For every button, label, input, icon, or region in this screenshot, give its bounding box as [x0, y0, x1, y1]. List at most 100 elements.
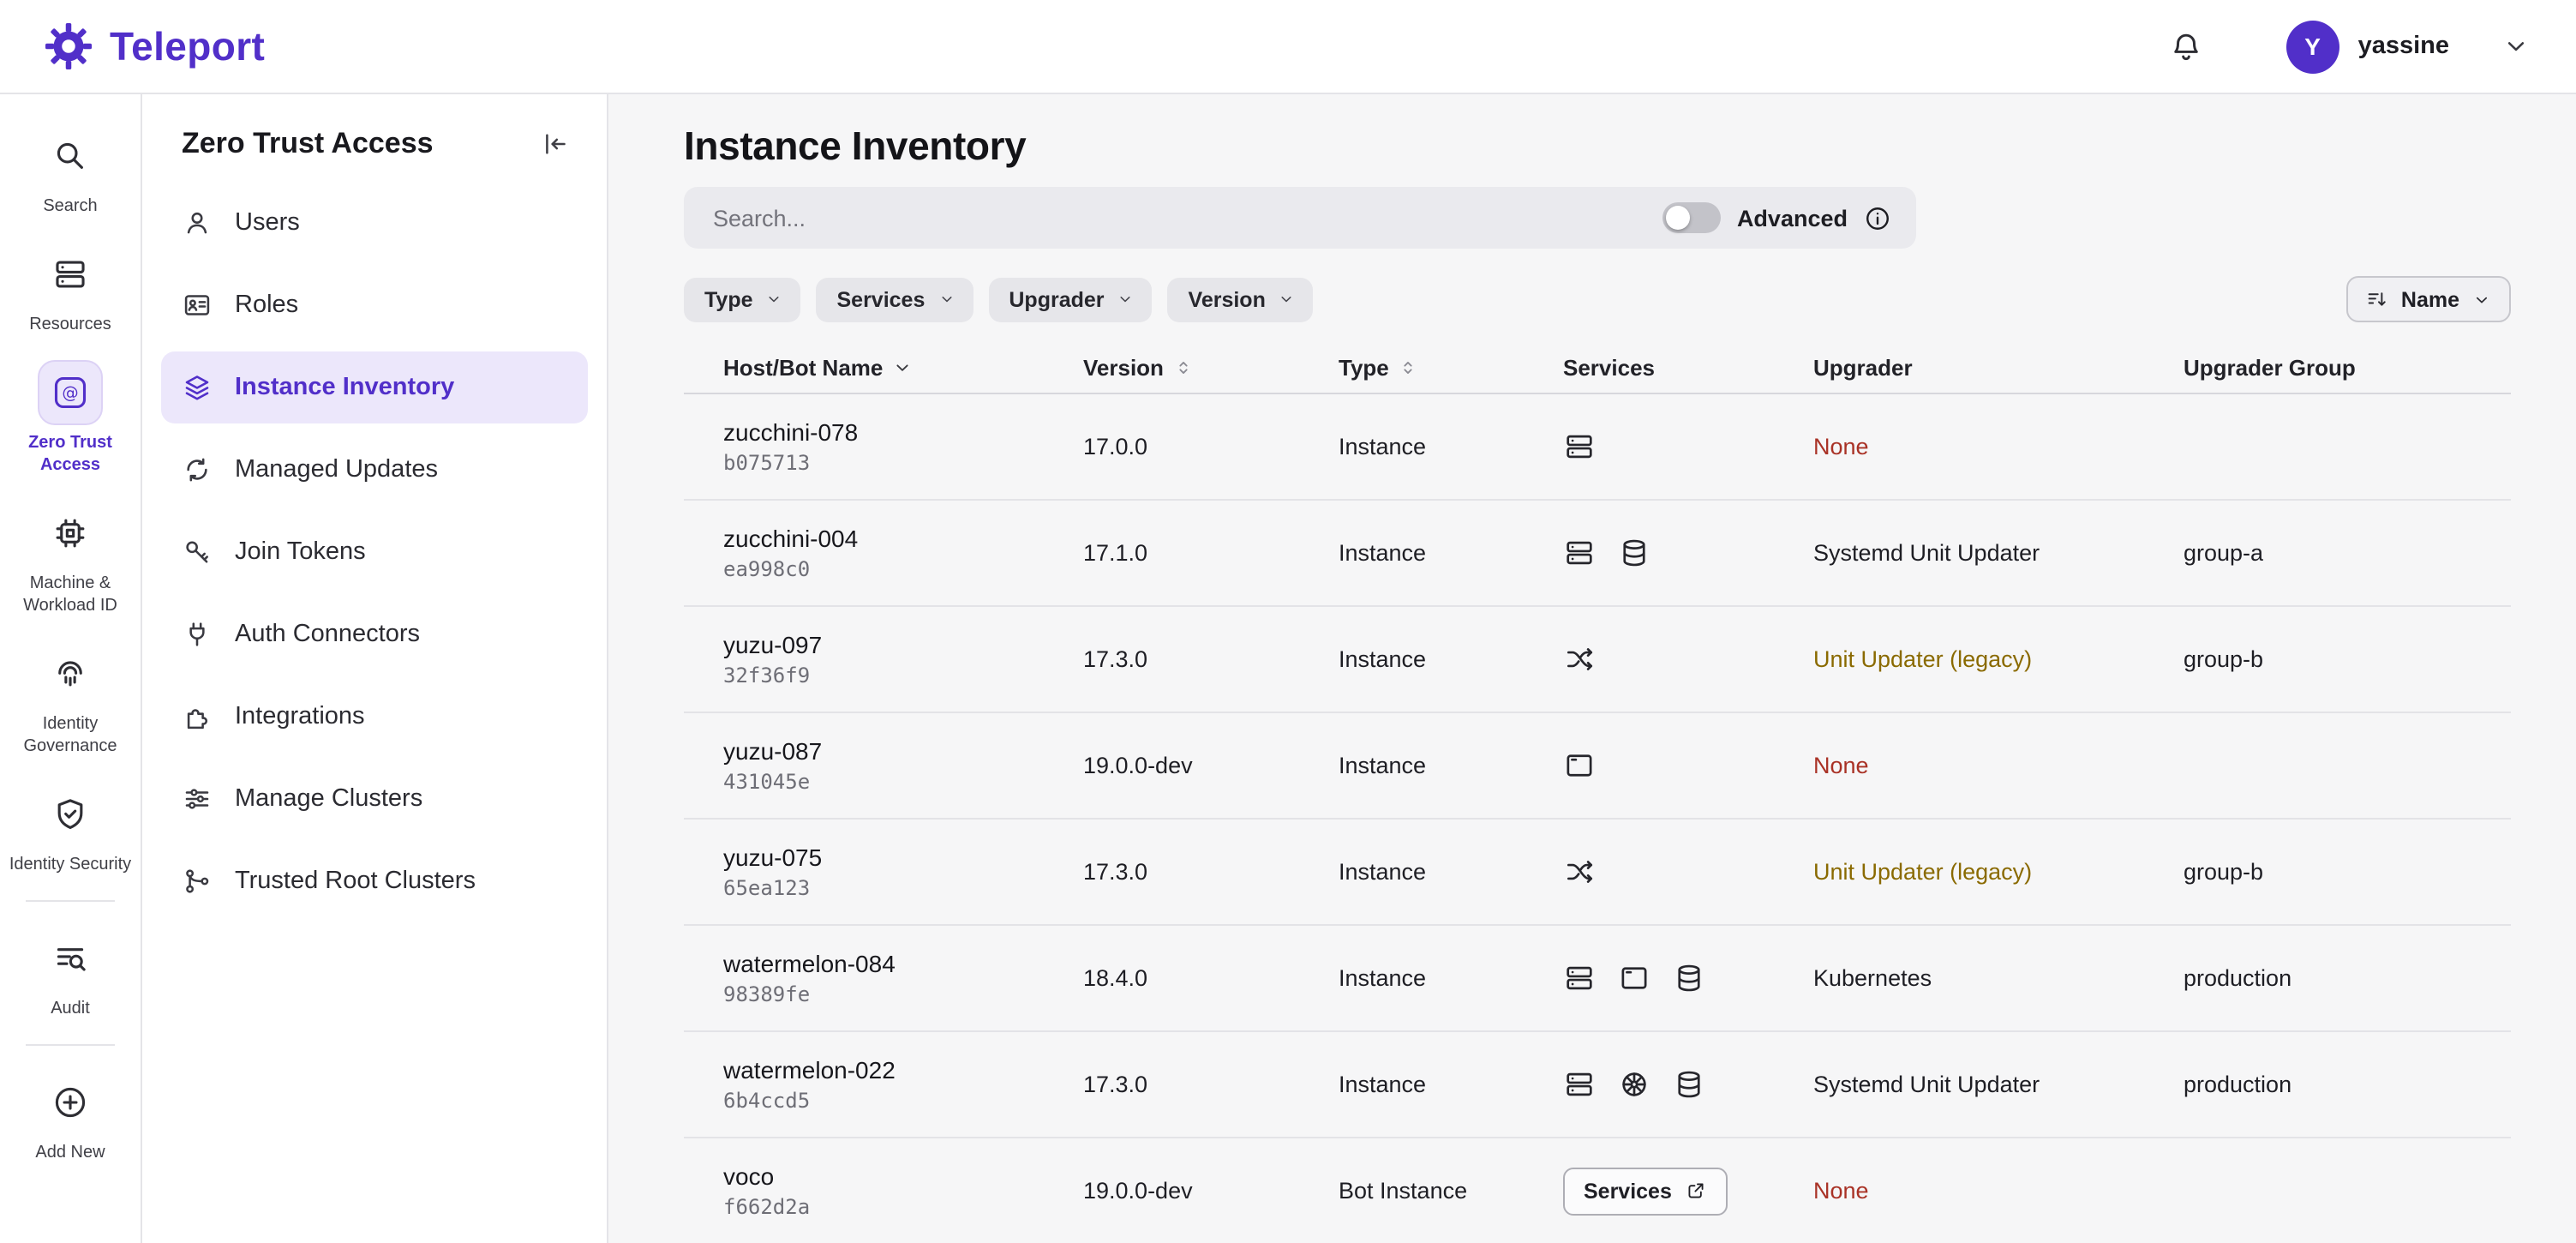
filter-button-version[interactable]: Version [1168, 277, 1314, 321]
table-row[interactable]: yuzu-07565ea12317.3.0InstanceUnit Update… [684, 820, 2511, 926]
sidebar-item-machine-workload-id[interactable]: Machine & Workload ID [0, 489, 141, 629]
services-cell [1563, 537, 1813, 569]
column-header-version[interactable]: Version [1083, 355, 1339, 381]
search-input[interactable] [713, 205, 1663, 231]
search-bar: Advanced [684, 187, 1916, 249]
column-label: Services [1563, 355, 1655, 381]
sidebar-item-label: Machine & Workload ID [5, 573, 135, 617]
services-button[interactable]: Services [1563, 1167, 1728, 1215]
sidenav-item-users[interactable]: Users [161, 187, 588, 259]
iconbar-divider [26, 900, 115, 902]
secondary-sidebar: Zero Trust Access UsersRolesInstance Inv… [142, 94, 608, 1243]
table-row[interactable]: yuzu-087431045e19.0.0-devInstanceNone [684, 713, 2511, 820]
user-menu[interactable]: Y yassine [2286, 20, 2449, 73]
server-icon [1563, 430, 1596, 463]
sidenav-item-label: Managed Updates [235, 456, 438, 483]
sidebar-item-identity-governance[interactable]: Identity Governance [0, 629, 141, 770]
sidenav-item-integrations[interactable]: Integrations [161, 681, 588, 753]
sidenav-item-label: Manage Clusters [235, 785, 422, 813]
version-cell: 17.3.0 [1083, 646, 1339, 672]
toggle-knob [1667, 206, 1691, 230]
sidenav-item-manage-clusters[interactable]: Manage Clusters [161, 763, 588, 835]
sidebar-item-label: Zero Trust Access [5, 432, 135, 477]
table-header: Host/Bot NameVersionTypeServicesUpgrader… [684, 343, 2511, 394]
upgrader-cell: None [1813, 434, 2184, 459]
application-icon [1618, 962, 1650, 994]
host-cell: yuzu-07565ea123 [723, 844, 1083, 900]
filter-button-type[interactable]: Type [684, 277, 801, 321]
instances-table: Host/Bot NameVersionTypeServicesUpgrader… [684, 343, 2511, 1243]
upgrader-cell: Systemd Unit Updater [1813, 540, 2184, 566]
table-row[interactable]: zucchini-078b07571317.0.0InstanceNone [684, 394, 2511, 501]
type-cell: Instance [1339, 965, 1563, 991]
table-row[interactable]: watermelon-08498389fe18.4.0InstanceKuber… [684, 926, 2511, 1032]
zero-trust-access-icon: @ [38, 360, 103, 425]
sidenav-item-managed-updates[interactable]: Managed Updates [161, 434, 588, 506]
notifications-bell-icon[interactable] [2168, 28, 2204, 64]
teleport-logo[interactable]: Teleport [43, 21, 265, 72]
sidebar-item-resources[interactable]: Resources [0, 230, 141, 348]
app-shell: SearchResources @ Zero Trust Access Machine… [0, 94, 2576, 1243]
table-row[interactable]: zucchini-004ea998c017.1.0InstanceSystemd… [684, 501, 2511, 607]
sidebar-item-search[interactable]: Search [0, 111, 141, 230]
host-id: 32f36f9 [723, 664, 1083, 688]
page-title: Instance Inventory [684, 123, 2511, 170]
managed-updates-icon [182, 454, 213, 485]
sort-button[interactable]: Name [2346, 276, 2511, 322]
audit-icon [38, 926, 103, 991]
version-cell: 19.0.0-dev [1083, 753, 1339, 778]
host-name: yuzu-097 [723, 631, 1083, 658]
sidenav-items: Users Roles Instance Inventory Managed Upda… [161, 187, 588, 917]
avatar: Y [2286, 20, 2339, 73]
iconbar-divider [26, 1044, 115, 1046]
table-row[interactable]: watermelon-0226b4ccd517.3.0InstanceSyste… [684, 1032, 2511, 1138]
collapse-sidenav-icon[interactable] [540, 129, 571, 159]
column-header-services: Services [1563, 355, 1813, 381]
type-cell: Instance [1339, 540, 1563, 566]
chevron-down-icon [2471, 289, 2492, 309]
sidebar-item-audit[interactable]: Audit [0, 914, 141, 1032]
chevron-down-icon [937, 290, 956, 309]
identity-security-icon [38, 782, 103, 847]
advanced-toggle[interactable] [1663, 202, 1722, 233]
filter-row: Type Services Upgrader Version Name [684, 276, 2511, 322]
upgrader-group-cell: group-b [2184, 859, 2511, 885]
sidenav-item-label: Roles [235, 291, 298, 319]
sort-both-icon [1398, 357, 1420, 379]
users-icon [182, 207, 213, 238]
services-cell [1563, 749, 1813, 782]
sidenav-item-auth-connectors[interactable]: Auth Connectors [161, 598, 588, 670]
host-name: yuzu-087 [723, 737, 1083, 765]
instance-inventory-icon [182, 372, 213, 403]
sidebar-item-zero-trust-access[interactable]: @ Zero Trust Access [0, 348, 141, 489]
info-icon[interactable] [1863, 203, 1892, 232]
table-body: zucchini-078b07571317.0.0InstanceNonezuc… [684, 394, 2511, 1243]
type-cell: Instance [1339, 434, 1563, 459]
host-id: b075713 [723, 451, 1083, 475]
services-cell [1563, 1068, 1813, 1101]
sidenav-item-trusted-root-clusters[interactable]: Trusted Root Clusters [161, 845, 588, 917]
sidenav-item-instance-inventory[interactable]: Instance Inventory [161, 351, 588, 423]
user-menu-chevron-icon[interactable] [2501, 31, 2531, 62]
host-id: 65ea123 [723, 876, 1083, 900]
services-cell: Services [1563, 1167, 1813, 1215]
app-root: Teleport Y yassine SearchResources @ Zero … [0, 0, 2576, 1243]
table-row[interactable]: yuzu-09732f36f917.3.0InstanceUnit Update… [684, 607, 2511, 713]
sidenav-item-join-tokens[interactable]: Join Tokens [161, 516, 588, 588]
database-icon [1673, 1068, 1705, 1101]
table-row[interactable]: vocof662d2a19.0.0-devBot InstanceService… [684, 1138, 2511, 1243]
sidebar-item-label: Add New [35, 1142, 105, 1164]
upgrader-group-cell: production [2184, 1072, 2511, 1097]
host-id: f662d2a [723, 1195, 1083, 1219]
filter-button-upgrader[interactable]: Upgrader [988, 277, 1152, 321]
sidenav-item-roles[interactable]: Roles [161, 269, 588, 341]
column-header-host-bot-name[interactable]: Host/Bot Name [723, 355, 1083, 381]
filter-button-services[interactable]: Services [817, 277, 973, 321]
sidebar-item-identity-security[interactable]: Identity Security [0, 770, 141, 888]
host-cell: watermelon-08498389fe [723, 950, 1083, 1006]
type-cell: Instance [1339, 859, 1563, 885]
server-icon [1563, 962, 1596, 994]
sidebar-item-add-new[interactable]: Add New [0, 1058, 141, 1176]
sidenav-item-label: Instance Inventory [235, 374, 454, 401]
column-header-type[interactable]: Type [1339, 355, 1563, 381]
